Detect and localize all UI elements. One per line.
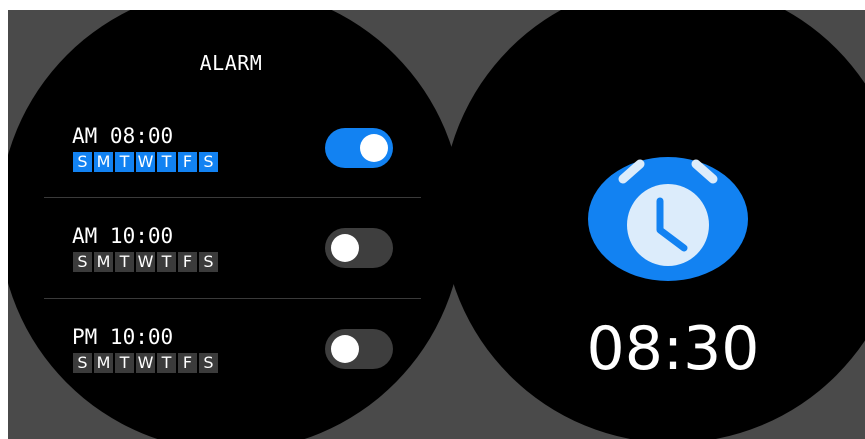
day-chip-monday: M [94, 152, 113, 172]
screen: ALARM AM 08:00 S M T W T F S AM 10:00 S … [0, 0, 865, 439]
alarm-row[interactable]: AM 10:00 S M T W T F S [8, 223, 463, 303]
alarm-row[interactable]: PM 10:00 S M T W T F S [8, 324, 463, 404]
alarm-toggle[interactable] [325, 228, 393, 268]
alarm-repeat-days: S M T W T F S [73, 252, 220, 272]
day-chip-thursday: T [157, 252, 176, 272]
ringing-alarm-watch: 08:30 [442, 10, 865, 439]
day-chip-wednesday: W [136, 252, 155, 272]
day-chip-friday: F [178, 152, 197, 172]
toggle-knob [360, 134, 388, 162]
alarm-repeat-days: S M T W T F S [73, 152, 220, 172]
day-chip-saturday: S [199, 152, 218, 172]
day-chip-monday: M [94, 252, 113, 272]
day-chip-wednesday: W [136, 152, 155, 172]
divider [44, 298, 421, 299]
day-chip-sunday: S [73, 353, 92, 373]
alarm-toggle[interactable] [325, 128, 393, 168]
toggle-knob [331, 234, 359, 262]
day-chip-tuesday: T [115, 152, 134, 172]
alarm-toggle[interactable] [325, 329, 393, 369]
ringing-time: 08:30 [586, 314, 760, 384]
day-chip-thursday: T [157, 353, 176, 373]
day-chip-thursday: T [157, 152, 176, 172]
alarm-list-title: ALARM [199, 51, 263, 75]
toggle-knob [331, 335, 359, 363]
alarm-clock-icon[interactable] [588, 147, 748, 281]
day-chip-monday: M [94, 353, 113, 373]
day-chip-tuesday: T [115, 252, 134, 272]
alarm-time: PM 10:00 [72, 325, 174, 349]
day-chip-wednesday: W [136, 353, 155, 373]
alarm-repeat-days: S M T W T F S [73, 353, 220, 373]
day-chip-saturday: S [199, 252, 218, 272]
alarm-list-watch: ALARM AM 08:00 S M T W T F S AM 10:00 S … [8, 10, 463, 439]
day-chip-sunday: S [73, 252, 92, 272]
alarm-time: AM 08:00 [72, 124, 174, 148]
backdrop: ALARM AM 08:00 S M T W T F S AM 10:00 S … [8, 10, 865, 439]
day-chip-friday: F [178, 252, 197, 272]
day-chip-tuesday: T [115, 353, 134, 373]
alarm-row[interactable]: AM 08:00 S M T W T F S [8, 123, 463, 203]
day-chip-friday: F [178, 353, 197, 373]
day-chip-sunday: S [73, 152, 92, 172]
day-chip-saturday: S [199, 353, 218, 373]
divider [44, 197, 421, 198]
alarm-time: AM 10:00 [72, 224, 174, 248]
